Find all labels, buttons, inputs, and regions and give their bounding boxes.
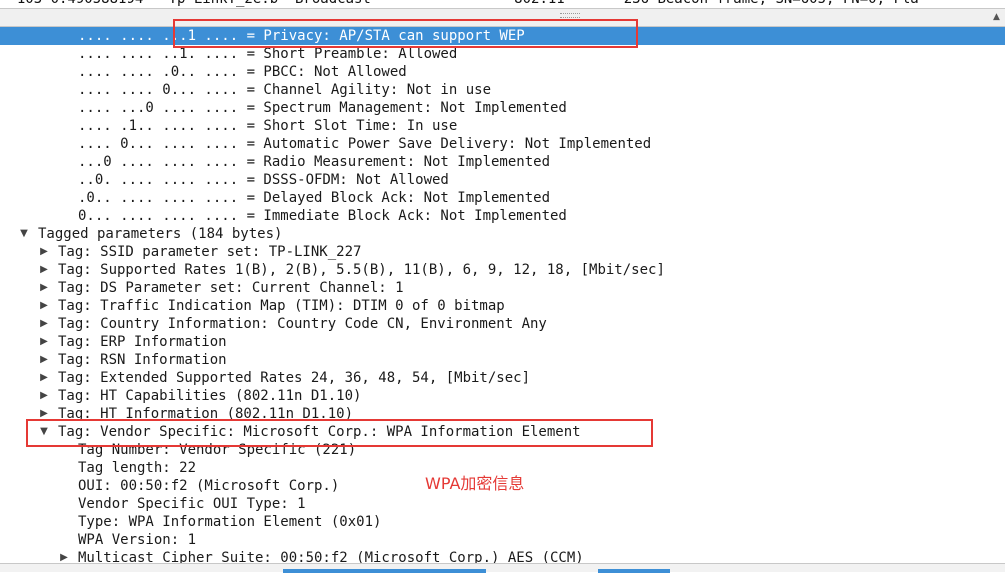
tree-row-text: OUI: 00:50:f2 (Microsoft Corp.) bbox=[78, 478, 340, 494]
tree-row[interactable]: ▶ Tag: HT Information (802.11n D1.10) bbox=[0, 405, 1005, 423]
tree-row[interactable]: Tag Number: Vendor Specific (221) bbox=[0, 441, 1005, 459]
tree-row-text: .... .... ..1. .... = Short Preamble: Al… bbox=[78, 46, 458, 62]
tree-row[interactable]: ▶ Tag: Supported Rates 1(B), 2(B), 5.5(B)… bbox=[0, 261, 1005, 279]
expand-arrow-right-icon[interactable]: ▶ bbox=[38, 261, 50, 279]
tree-row[interactable]: ▶ Tag: Extended Supported Rates 24, 36, 4… bbox=[0, 369, 1005, 387]
tree-row[interactable]: ▶ Tag: SSID parameter set: TP-LINK_227 bbox=[0, 243, 1005, 261]
tree-row[interactable]: WPA Version: 1 bbox=[0, 531, 1005, 549]
tree-row-text: Tag length: 22 bbox=[78, 460, 197, 476]
expand-arrow-right-icon[interactable]: ▶ bbox=[38, 297, 50, 315]
tree-row[interactable]: Vendor Specific OUI Type: 1 bbox=[0, 495, 1005, 513]
expand-arrow-right-icon[interactable]: ▶ bbox=[38, 369, 50, 387]
tree-row[interactable]: 0... .... .... .... = Immediate Block Ac… bbox=[0, 207, 1005, 225]
scrollbar-thumb[interactable] bbox=[598, 569, 670, 573]
tree-row[interactable]: ...0 .... .... .... = Radio Measurement:… bbox=[0, 153, 1005, 171]
tree-row[interactable]: .... .1.. .... .... = Short Slot Time: I… bbox=[0, 117, 1005, 135]
tree-row-text: .... .... .0.. .... = PBCC: Not Allowed bbox=[78, 64, 407, 80]
tree-row[interactable]: .0.. .... .... .... = Delayed Block Ack:… bbox=[0, 189, 1005, 207]
tree-row[interactable]: ▼ Tag: Vendor Specific: Microsoft Corp.: … bbox=[0, 423, 1005, 441]
tree-row[interactable]: Type: WPA Information Element (0x01) bbox=[0, 513, 1005, 531]
tree-row[interactable]: ▼ Tagged parameters (184 bytes) bbox=[0, 225, 1005, 243]
tree-row[interactable]: .... 0... .... .... = Automatic Power Sa… bbox=[0, 135, 1005, 153]
tree-row-text: ...0 .... .... .... = Radio Measurement:… bbox=[78, 154, 551, 170]
tree-row-text: 0... .... .... .... = Immediate Block Ac… bbox=[78, 208, 567, 224]
tree-row-text: Tag: HT Information (802.11n D1.10) bbox=[58, 406, 354, 422]
tree-row-text: Tag: ERP Information bbox=[58, 334, 227, 350]
tree-row-text: Tag: DS Parameter set: Current Channel: … bbox=[58, 280, 404, 296]
tree-row-text: Tag: RSN Information bbox=[58, 352, 227, 368]
tree-row-text: Tag: SSID parameter set: TP-LINK_227 bbox=[58, 244, 362, 260]
packet-list-row[interactable]: 103 0.490588194 Tp-LinkT_2e:b Broadcast … bbox=[0, 0, 919, 8]
tree-row-text: .0.. .... .... .... = Delayed Block Ack:… bbox=[78, 190, 551, 206]
tree-row-text: Type: WPA Information Element (0x01) bbox=[78, 514, 382, 530]
tree-row[interactable]: ..0. .... .... .... = DSSS-OFDM: Not All… bbox=[0, 171, 1005, 189]
tree-row[interactable]: ▶ Tag: Traffic Indication Map (TIM): DTIM… bbox=[0, 297, 1005, 315]
tree-row-text: Tagged parameters (184 bytes) bbox=[38, 226, 283, 242]
tree-row-text: WPA Version: 1 bbox=[78, 532, 197, 548]
tree-row-text: ..0. .... .... .... = DSSS-OFDM: Not All… bbox=[78, 172, 449, 188]
tree-row-text: .... ...0 .... .... = Spectrum Managemen… bbox=[78, 100, 567, 116]
tree-row-text: Tag: Traffic Indication Map (TIM): DTIM … bbox=[58, 298, 505, 314]
expand-arrow-right-icon[interactable]: ▶ bbox=[38, 315, 50, 333]
tree-row-text: .... 0... .... .... = Automatic Power Sa… bbox=[78, 136, 652, 152]
tree-row[interactable]: ▶ Tag: Country Information: Country Code … bbox=[0, 315, 1005, 333]
tree-row[interactable]: .... ...0 .... .... = Spectrum Managemen… bbox=[0, 99, 1005, 117]
packet-list-pane[interactable]: 103 0.490588194 Tp-LinkT_2e:b Broadcast … bbox=[0, 0, 1005, 8]
tree-row-text: .... .... 0... .... = Channel Agility: N… bbox=[78, 82, 492, 98]
tree-row-text: Tag: Country Information: Country Code C… bbox=[58, 316, 547, 332]
tree-row-text: Vendor Specific OUI Type: 1 bbox=[78, 496, 306, 512]
expand-arrow-down-icon[interactable]: ▼ bbox=[18, 225, 30, 243]
expand-arrow-right-icon[interactable]: ▶ bbox=[38, 333, 50, 351]
scrollbar-thumb[interactable] bbox=[283, 569, 486, 573]
tree-row[interactable]: .... .... ..1. .... = Short Preamble: Al… bbox=[0, 45, 1005, 63]
tree-row-text: Tag: Vendor Specific: Microsoft Corp.: W… bbox=[58, 424, 581, 440]
tree-row-text: Tag: HT Capabilities (802.11n D1.10) bbox=[58, 388, 362, 404]
wpa-annotation-label: WPA加密信息 bbox=[425, 474, 525, 493]
tree-row[interactable]: ▶ Tag: RSN Information bbox=[0, 351, 1005, 369]
expand-arrow-right-icon[interactable]: ▶ bbox=[38, 351, 50, 369]
expand-arrow-right-icon[interactable]: ▶ bbox=[38, 279, 50, 297]
tree-row[interactable]: ▶ Tag: HT Capabilities (802.11n D1.10) bbox=[0, 387, 1005, 405]
pane-splitter[interactable] bbox=[0, 8, 1005, 27]
tree-row[interactable]: .... .... .0.. .... = PBCC: Not Allowed bbox=[0, 63, 1005, 81]
tree-row-text: Tag Number: Vendor Specific (221) bbox=[78, 442, 357, 458]
splitter-grip-icon[interactable] bbox=[560, 13, 580, 18]
tree-row[interactable]: ▶ Tag: ERP Information bbox=[0, 333, 1005, 351]
tree-row[interactable]: .... .... ...1 .... = Privacy: AP/STA ca… bbox=[0, 27, 1005, 45]
tree-row-text: .... .... ...1 .... = Privacy: AP/STA ca… bbox=[78, 28, 525, 44]
tree-row[interactable]: ▶ Tag: DS Parameter set: Current Channel:… bbox=[0, 279, 1005, 297]
scroll-up-arrow-icon[interactable]: ▲ bbox=[989, 9, 1004, 25]
tree-row-text: .... .1.. .... .... = Short Slot Time: I… bbox=[78, 118, 458, 134]
tree-row-text: Tag: Extended Supported Rates 24, 36, 48… bbox=[58, 370, 531, 386]
expand-arrow-right-icon[interactable]: ▶ bbox=[38, 243, 50, 261]
tree-row-text: Tag: Supported Rates 1(B), 2(B), 5.5(B),… bbox=[58, 262, 665, 278]
expand-arrow-right-icon[interactable]: ▶ bbox=[38, 387, 50, 405]
expand-arrow-right-icon[interactable]: ▶ bbox=[38, 405, 50, 423]
tree-row[interactable]: .... .... 0... .... = Channel Agility: N… bbox=[0, 81, 1005, 99]
bottom-scrollbar[interactable] bbox=[0, 563, 1005, 573]
expand-arrow-down-icon[interactable]: ▼ bbox=[38, 423, 50, 441]
